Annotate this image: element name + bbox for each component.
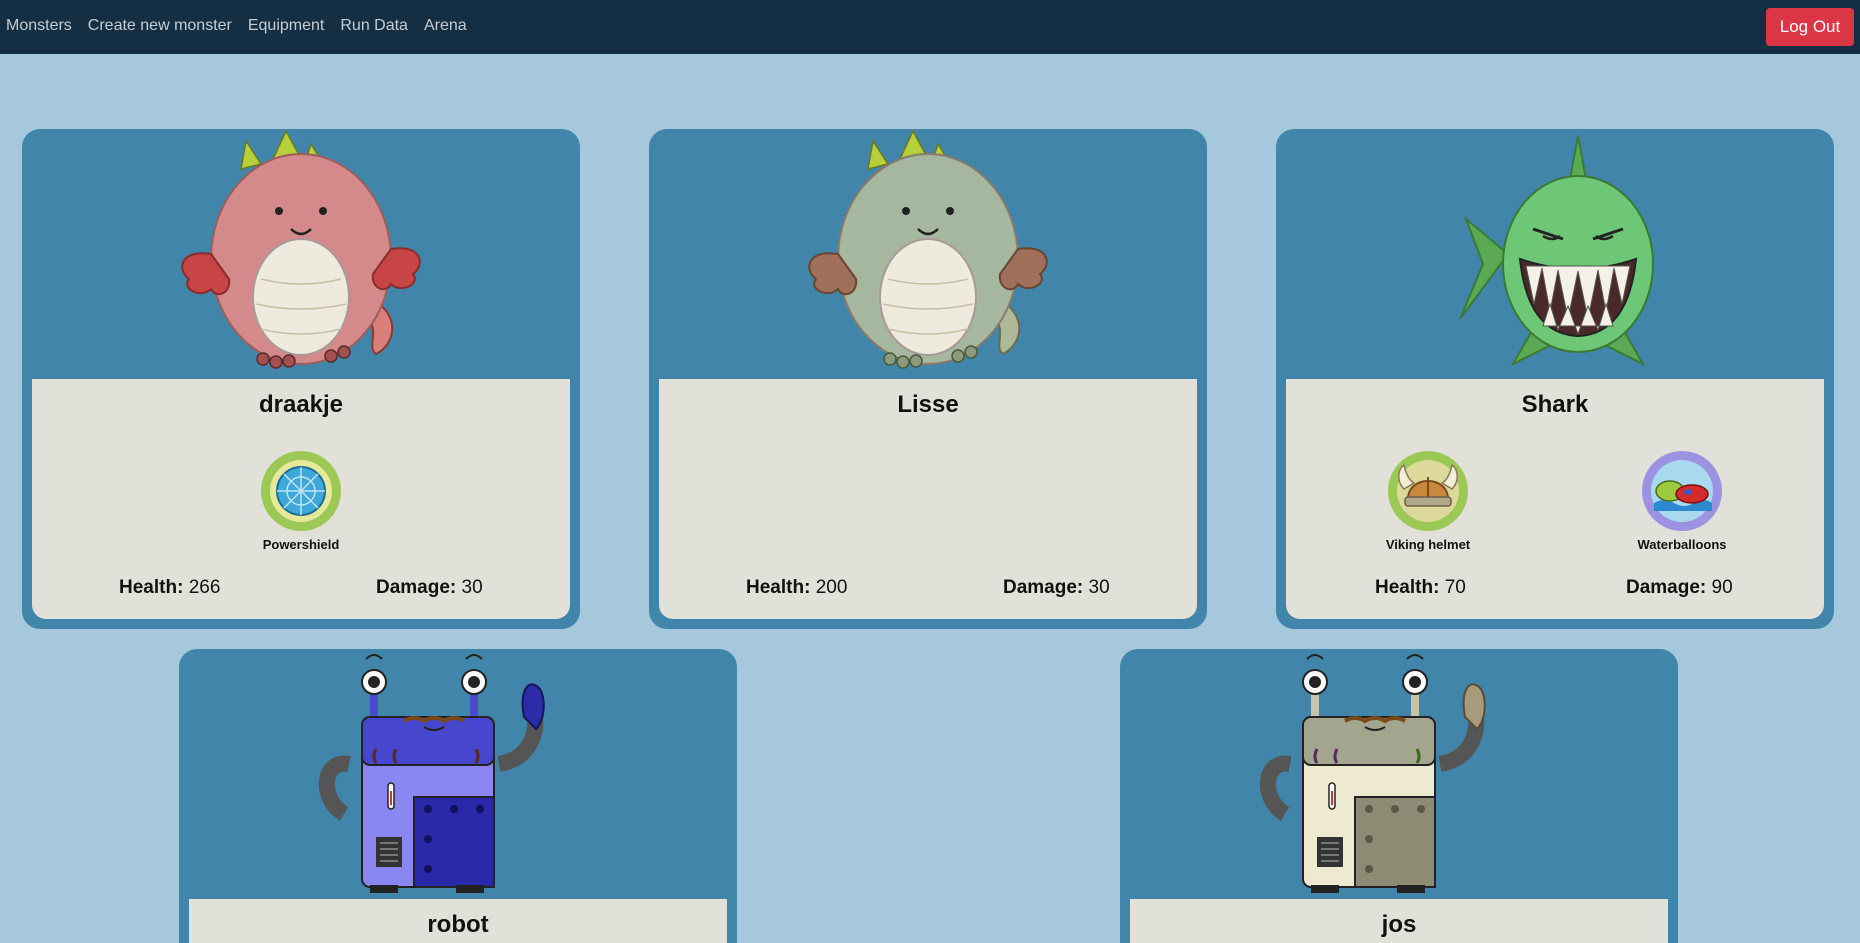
health-stat: Health: 266 bbox=[119, 577, 221, 598]
damage-stat: Damage: 90 bbox=[1626, 577, 1733, 598]
nav-link-run-data[interactable]: Run Data bbox=[340, 17, 408, 35]
equipment-label: Viking helmet bbox=[1385, 537, 1471, 552]
logout-button[interactable]: Log Out bbox=[1766, 8, 1854, 46]
health-stat: Health: 200 bbox=[746, 577, 848, 598]
green-dragon-image bbox=[808, 129, 1048, 369]
red-dragon-image bbox=[181, 129, 421, 369]
damage-value: 90 bbox=[1711, 577, 1733, 598]
equipment-row bbox=[659, 451, 1197, 561]
equipment-item-viking-helmet[interactable]: Viking helmet bbox=[1363, 451, 1493, 552]
health-value: 70 bbox=[1444, 577, 1466, 598]
monster-card-jos[interactable]: jos bbox=[1120, 649, 1678, 943]
health-value: 200 bbox=[815, 577, 848, 598]
waterballoons-icon bbox=[1642, 451, 1722, 531]
nav-link-monsters[interactable]: Monsters bbox=[6, 17, 72, 35]
nav-link-arena[interactable]: Arena bbox=[424, 17, 467, 35]
card-body: Lisse Health: 200 Damage: 30 bbox=[659, 379, 1197, 619]
card-body: Shark Viking helmet Waterballoons Health… bbox=[1286, 379, 1824, 619]
monster-card-shark[interactable]: Shark Viking helmet Waterballoons Health… bbox=[1276, 129, 1834, 629]
equipment-label: Waterballoons bbox=[1637, 537, 1727, 552]
card-body: jos bbox=[1130, 899, 1668, 943]
equipment-row: Viking helmet Waterballoons bbox=[1286, 451, 1824, 561]
blue-robot-image bbox=[319, 654, 545, 893]
monster-card-lisse[interactable]: Lisse Health: 200 Damage: 30 bbox=[649, 129, 1207, 629]
equipment-item-waterballoons[interactable]: Waterballoons bbox=[1617, 451, 1747, 552]
monster-name: draakje bbox=[258, 391, 344, 418]
health-value: 266 bbox=[188, 577, 221, 598]
card-body: draakje Powershield Health: 266 Damage: … bbox=[32, 379, 570, 619]
powershield-icon bbox=[261, 451, 341, 531]
damage-value: 30 bbox=[461, 577, 483, 598]
monster-card-draakje[interactable]: draakje Powershield Health: 266 Damage: … bbox=[22, 129, 580, 629]
equipment-item-powershield[interactable]: Powershield bbox=[236, 451, 366, 552]
equipment-row: Powershield bbox=[32, 451, 570, 561]
damage-stat: Damage: 30 bbox=[1003, 577, 1110, 598]
nav-link-create-new-monster[interactable]: Create new monster bbox=[88, 17, 232, 35]
nav-links: Monsters Create new monster Equipment Ru… bbox=[6, 17, 483, 35]
nav-link-equipment[interactable]: Equipment bbox=[248, 17, 325, 35]
viking-helmet-icon bbox=[1388, 451, 1468, 531]
monster-name: jos bbox=[1381, 911, 1417, 938]
card-body: robot bbox=[189, 899, 727, 943]
monster-name: robot bbox=[427, 911, 489, 938]
health-stat: Health: 70 bbox=[1375, 577, 1466, 598]
damage-value: 30 bbox=[1088, 577, 1110, 598]
shark-image bbox=[1459, 135, 1654, 367]
monster-name: Shark bbox=[1521, 391, 1589, 418]
damage-stat: Damage: 30 bbox=[376, 577, 483, 598]
monster-name: Lisse bbox=[897, 391, 959, 418]
monster-card-robot[interactable]: robot bbox=[179, 649, 737, 943]
equipment-label: Powershield bbox=[262, 537, 340, 552]
beige-robot-image bbox=[1260, 654, 1486, 893]
navbar: Monsters Create new monster Equipment Ru… bbox=[0, 0, 1860, 54]
